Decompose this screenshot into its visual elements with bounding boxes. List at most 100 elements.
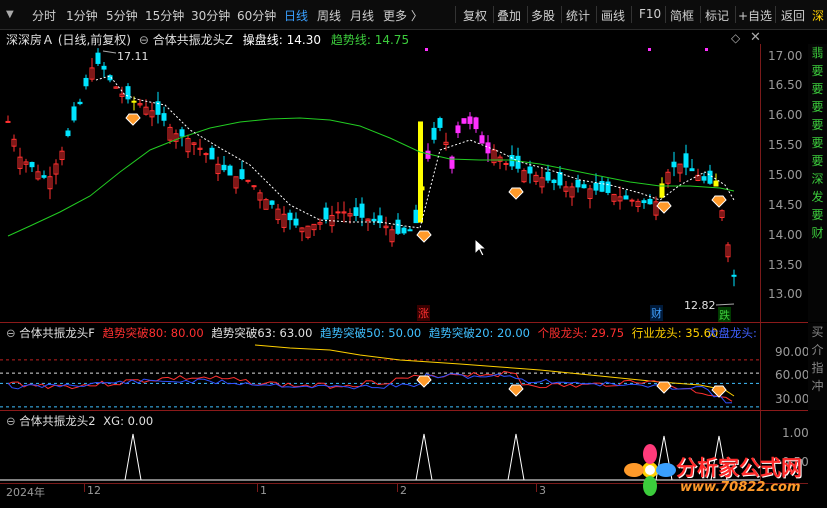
candle-body <box>545 171 551 181</box>
period-tab-more[interactable]: 更多 〉 <box>383 7 423 24</box>
candle-body <box>131 100 137 103</box>
candle-body <box>605 181 611 193</box>
diamond-signal-icon <box>416 375 432 388</box>
period-tab-monthly[interactable]: 月线 <box>350 7 374 24</box>
diamond-signal-icon <box>125 113 141 126</box>
statistics-button[interactable]: 统计 <box>566 7 590 24</box>
sub1-collapse-icon[interactable]: ⊖ <box>6 326 16 340</box>
overlay-button[interactable]: 叠加 <box>497 7 521 24</box>
time-label: 1 <box>260 484 267 497</box>
panel-divider <box>0 322 808 323</box>
strip-char: 财 <box>811 226 824 240</box>
candle-body <box>401 227 407 234</box>
period-tab-30min[interactable]: 30分钟 <box>191 7 230 24</box>
period-tab-5min[interactable]: 5分钟 <box>106 7 138 24</box>
strip-char: 要 <box>811 82 824 96</box>
period-tab-weekly[interactable]: 周线 <box>317 7 341 24</box>
xg-signal-spike <box>507 433 525 481</box>
candle-body <box>371 218 377 222</box>
sub1-item: 趋势突破50: 50.00 <box>320 326 422 340</box>
sub1-tick: 90.00 <box>775 345 810 359</box>
watermark-url: www.70822.com <box>680 480 801 495</box>
candle-body <box>335 211 341 214</box>
high-price-label: 17.11 <box>117 50 149 63</box>
sub1-tick: 60.00 <box>775 368 810 382</box>
candle-body <box>407 229 413 232</box>
top-marker <box>648 48 651 51</box>
draw-line-button[interactable]: 画线 <box>601 7 625 24</box>
price-tick: 14.00 <box>768 228 803 242</box>
period-tab-1min[interactable]: 1分钟 <box>66 7 98 24</box>
sub2-tick: 1.00 <box>782 426 809 440</box>
candle-body <box>65 130 71 137</box>
adjust-button[interactable]: 复权 <box>463 7 487 24</box>
sub1-item: 趋势突破20: 20.00 <box>428 326 530 340</box>
close-icon[interactable]: ✕ <box>750 30 761 45</box>
candle-body <box>179 129 185 137</box>
price-tick: 15.50 <box>768 138 803 152</box>
candle-body <box>251 185 257 188</box>
zhang-marker: 涨 <box>417 305 430 321</box>
time-label: 12 <box>87 484 101 497</box>
candle-body <box>437 118 443 128</box>
back-button[interactable]: 返回 <box>781 7 805 24</box>
period-tab-15min[interactable]: 15分钟 <box>145 7 184 24</box>
diamond-icon[interactable]: ◇ <box>731 31 740 45</box>
strip-char: 要 <box>811 136 824 150</box>
right-sidebar-strip[interactable]: 翡 要 要 要 要 要 要 深 发 要 财 <box>808 44 827 322</box>
candle-body <box>701 176 707 181</box>
candle-body <box>593 182 599 191</box>
price-tick: 13.50 <box>768 258 803 272</box>
candle-body <box>5 120 11 123</box>
candle-body <box>203 153 209 156</box>
candle-body <box>689 168 695 172</box>
diamond-signal-icon <box>508 384 524 397</box>
period-tab-60min[interactable]: 60分钟 <box>237 7 276 24</box>
period-tab-daily[interactable]: 日线 <box>284 7 308 24</box>
candle-body <box>731 274 737 277</box>
candlestick-chart[interactable] <box>0 44 760 322</box>
xg-signal-spike <box>415 433 433 481</box>
period-tab-fenshi[interactable]: 分时 <box>32 7 56 24</box>
sub1-title[interactable]: 合体共振龙头F <box>19 326 95 340</box>
strip-char: 冲 <box>811 379 824 393</box>
panel-divider <box>0 410 808 411</box>
strip-char: 发 <box>811 190 824 204</box>
price-tick: 17.00 <box>768 49 803 63</box>
simple-frame-button[interactable]: 简框 <box>670 7 694 24</box>
candle-body <box>713 180 719 187</box>
candle-body <box>161 113 167 121</box>
mark-button[interactable]: 标记 <box>705 7 729 24</box>
menu-arrow-icon[interactable]: ▼ <box>6 9 14 20</box>
time-label: 2 <box>400 484 407 497</box>
candle-body <box>671 161 677 168</box>
top-marker <box>705 48 708 51</box>
candle-body <box>575 179 581 188</box>
strip-char: 要 <box>811 154 824 168</box>
pinwheel-icon <box>624 444 676 496</box>
candle-body <box>629 199 635 202</box>
multi-stock-button[interactable]: 多股 <box>531 7 555 24</box>
f10-button[interactable]: F10 <box>639 7 661 21</box>
price-tick: 16.00 <box>768 108 803 122</box>
high-pointer-line <box>102 50 117 54</box>
diamond-signal-icon <box>508 187 524 200</box>
low-price-label: 12.82 <box>684 299 716 312</box>
candle-body <box>683 153 689 168</box>
sub1-title-row: ⊖ 合体共振龙头F 趋势突破80: 80.00 趋势突破63: 63.00 趋势… <box>6 325 718 341</box>
oscillator-chart[interactable] <box>0 340 760 410</box>
candle-body <box>71 106 77 121</box>
time-label: 3 <box>539 484 546 497</box>
die-marker: 跌 <box>718 307 731 323</box>
candle-body <box>461 118 467 124</box>
sub1-item-last: 大盘龙头: <box>707 326 757 340</box>
candle-body <box>641 200 647 204</box>
price-tick: 13.00 <box>768 287 803 301</box>
mouse-cursor-icon <box>474 238 488 257</box>
candle-body <box>209 147 215 160</box>
candle-body <box>125 86 131 100</box>
add-watchlist-button[interactable]: +自选 <box>738 7 772 24</box>
time-label: 2024年 <box>6 486 45 499</box>
top-toolbar: ▼ 分时 1分钟 5分钟 15分钟 30分钟 60分钟 日线 周线 月线 更多 … <box>0 0 827 30</box>
candle-body <box>557 172 563 186</box>
